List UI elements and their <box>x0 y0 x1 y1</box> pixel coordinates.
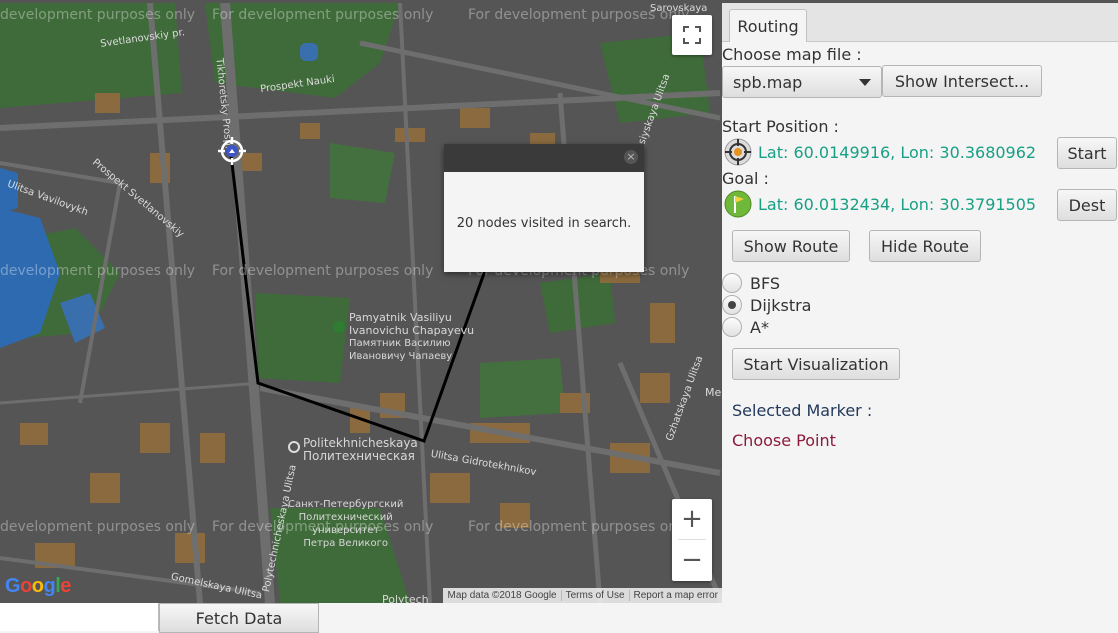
watermark: development purposes only <box>0 7 196 23</box>
polytech-label: Polytech <box>382 593 429 603</box>
fetch-input[interactable] <box>0 603 159 631</box>
monument-label-ru: Памятник Василию Ивановичу Чапаеву <box>349 338 453 362</box>
zoom-controls: + − <box>672 499 712 581</box>
monument-label-en: Pamyatnik Vasiliyu Ivanovichu Chapayevu <box>349 311 475 337</box>
map-data-credit: Map data ©2018 Google <box>447 590 557 601</box>
map-attribution: Map data ©2018 Google Terms of Use Repor… <box>443 588 722 603</box>
street-label: Sarovskaya <box>650 3 708 14</box>
goal-coordinates: Lat: 60.0132434, Lon: 30.3791505 <box>758 195 1037 214</box>
routing-panel: Routing Choose map file : spb.map Show I… <box>722 3 1118 631</box>
tab-routing[interactable]: Routing <box>729 9 807 42</box>
start-coordinates: Lat: 60.0149916, Lon: 30.3680962 <box>758 143 1037 162</box>
bottom-bar: Fetch Data <box>0 603 722 633</box>
zoom-out-button[interactable]: − <box>672 540 712 580</box>
zoom-in-button[interactable]: + <box>672 499 712 539</box>
map-file-select[interactable]: spb.map <box>722 66 882 98</box>
tab-header: Routing <box>722 3 1118 42</box>
start-marker-icon <box>724 138 752 166</box>
terms-of-use-link[interactable]: Terms of Use <box>560 590 629 601</box>
search-result-popup: × 20 nodes visited in search. <box>444 144 644 272</box>
watermark: development purposes only <box>0 519 196 535</box>
popup-titlebar: × <box>444 144 644 172</box>
fullscreen-button[interactable] <box>672 15 712 55</box>
choose-point-label: Choose Point <box>732 431 836 450</box>
chevron-down-icon <box>859 79 871 86</box>
close-icon[interactable]: × <box>624 150 638 164</box>
hide-route-button[interactable]: Hide Route <box>869 230 981 262</box>
watermark: For development purposes only <box>468 519 690 535</box>
radio-dijkstra-label: Dijkstra <box>750 296 812 315</box>
popup-message: 20 nodes visited in search. <box>456 216 632 231</box>
goal-flag-icon <box>724 190 752 218</box>
monument-pin-icon <box>333 321 345 333</box>
radio-dijkstra[interactable] <box>722 295 742 315</box>
choose-map-label: Choose map file : <box>722 45 862 64</box>
map-view[interactable]: development purposes only For developmen… <box>0 3 722 603</box>
map-file-value: spb.map <box>733 73 803 92</box>
watermark: For development purposes only <box>212 263 434 279</box>
report-map-error-link[interactable]: Report a map error <box>628 590 722 601</box>
radio-astar[interactable] <box>722 317 742 337</box>
metro-label-ru: Политехническая <box>303 449 415 463</box>
show-route-button[interactable]: Show Route <box>732 230 850 262</box>
selected-marker-label: Selected Marker : <box>732 401 873 420</box>
metro-icon <box>288 441 300 453</box>
start-visualization-button[interactable]: Start Visualization <box>732 348 900 380</box>
dest-button[interactable]: Dest <box>1057 189 1117 221</box>
show-intersections-button[interactable]: Show Intersect... <box>882 65 1042 97</box>
fullscreen-icon <box>683 26 701 44</box>
street-label: Me <box>705 386 722 399</box>
start-position-label: Start Position : <box>722 117 839 136</box>
watermark: development purposes only <box>0 263 196 279</box>
start-button[interactable]: Start <box>1057 137 1117 169</box>
goal-label: Goal : <box>722 169 769 188</box>
watermark: For development purposes only <box>212 7 434 23</box>
google-logo: Google <box>5 575 71 597</box>
university-label: Санкт-Петербургский Политехнический унив… <box>288 499 404 549</box>
radio-astar-label: A* <box>750 318 769 337</box>
radio-bfs-label: BFS <box>750 274 781 293</box>
radio-bfs[interactable] <box>722 273 742 293</box>
fetch-data-button[interactable]: Fetch Data <box>159 603 319 633</box>
start-marker-icon[interactable] <box>217 136 247 166</box>
